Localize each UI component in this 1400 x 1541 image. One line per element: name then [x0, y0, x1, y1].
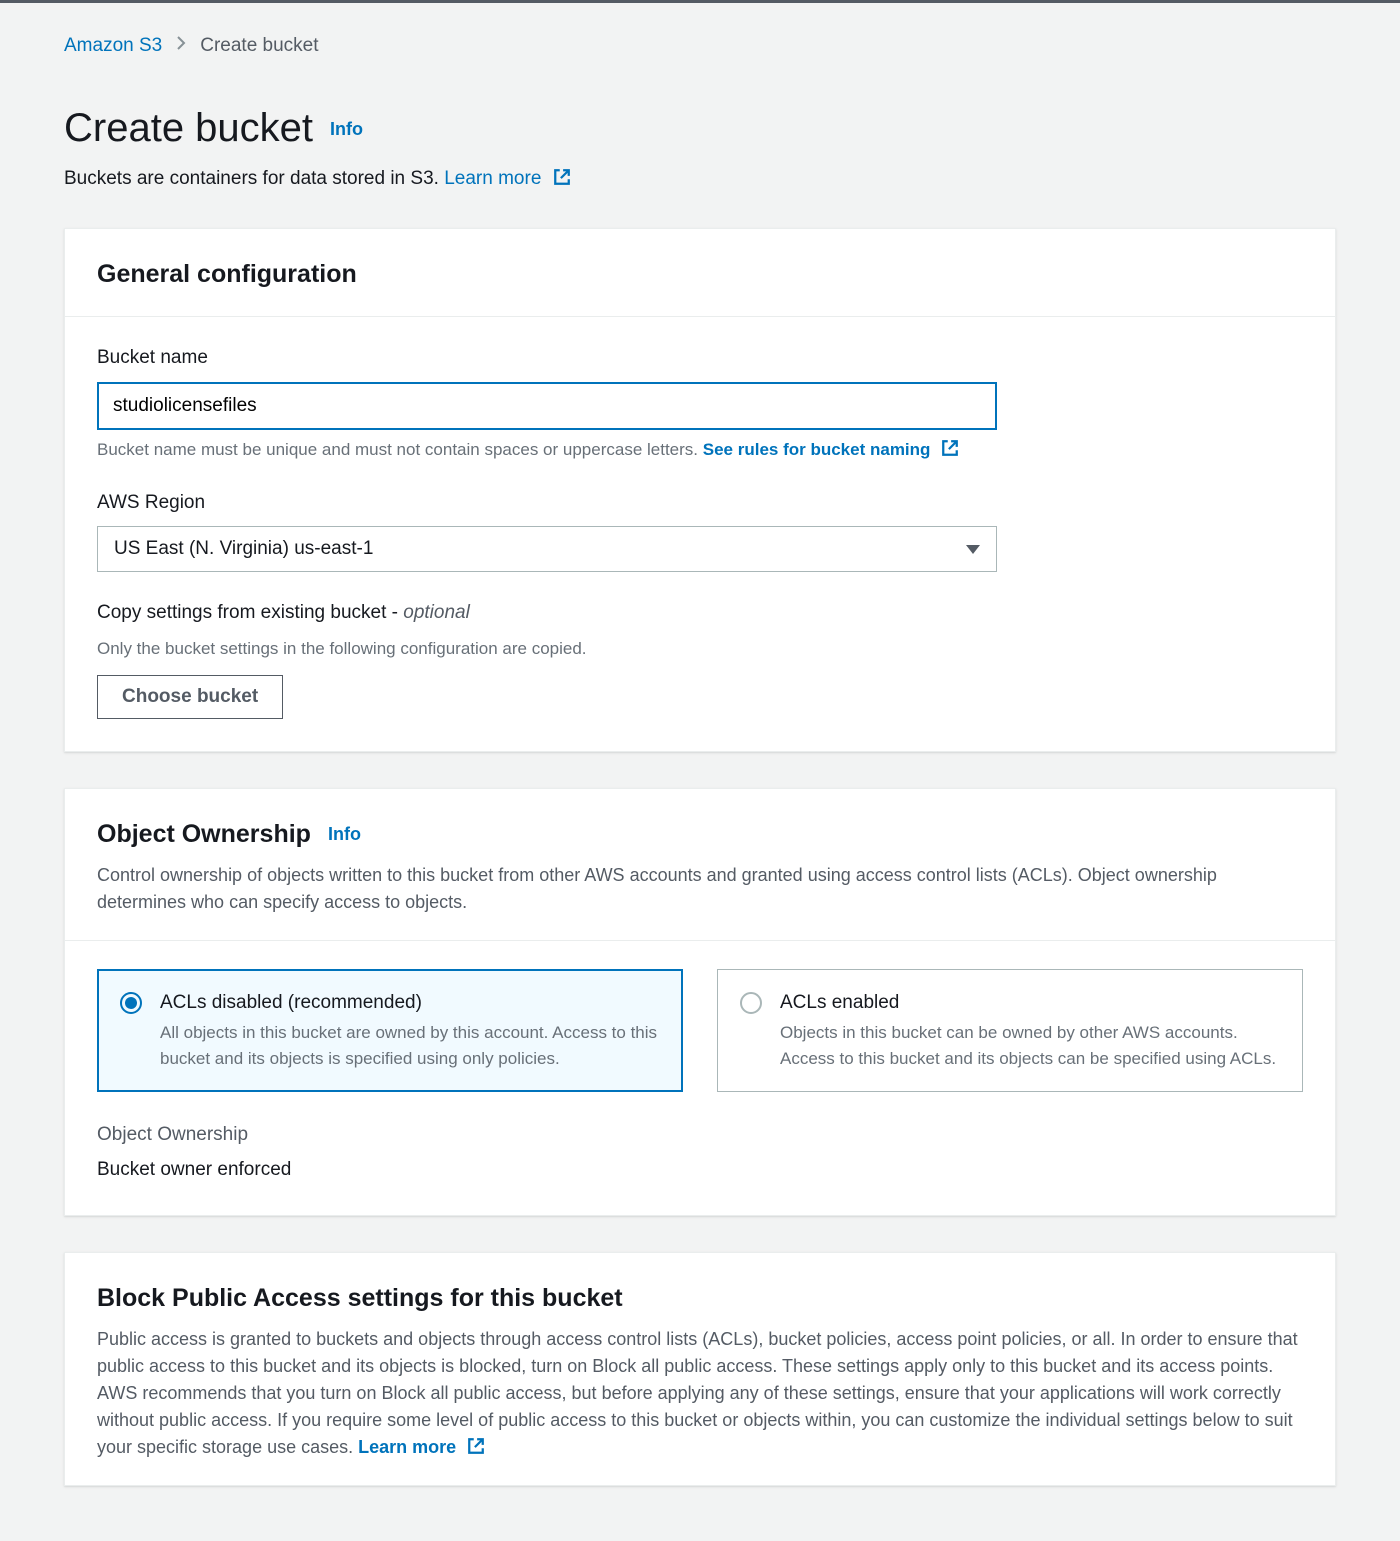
block-public-access-heading: Block Public Access settings for this bu…: [97, 1284, 623, 1312]
bucket-naming-rules-link[interactable]: See rules for bucket naming: [703, 440, 959, 459]
learn-more-label: Learn more: [444, 168, 541, 189]
choose-bucket-button[interactable]: Choose bucket: [97, 675, 283, 719]
block-public-access-desc-text: Public access is granted to buckets and …: [97, 1329, 1298, 1457]
aws-region-value: US East (N. Virginia) us-east-1: [114, 536, 373, 563]
learn-more-link[interactable]: Learn more: [358, 1437, 485, 1457]
ownership-summary-value: Bucket owner enforced: [97, 1157, 1303, 1184]
external-link-icon: [941, 439, 959, 457]
info-link[interactable]: Info: [328, 824, 361, 844]
bucket-name-input[interactable]: [97, 382, 997, 430]
object-ownership-desc: Control ownership of objects written to …: [97, 862, 1303, 916]
bucket-name-label: Bucket name: [97, 345, 1303, 372]
aws-region-select[interactable]: US East (N. Virginia) us-east-1: [97, 526, 997, 572]
external-link-icon: [467, 1436, 485, 1454]
block-public-access-panel: Block Public Access settings for this bu…: [64, 1252, 1336, 1486]
acls-enabled-title: ACLs enabled: [780, 990, 1280, 1017]
page-header: Create bucket Info Buckets are container…: [64, 100, 1336, 193]
bucket-name-field: Bucket name Bucket name must be unique a…: [97, 345, 1303, 461]
breadcrumb-root-link[interactable]: Amazon S3: [64, 33, 162, 60]
radio-icon: [120, 992, 142, 1014]
acls-enabled-option[interactable]: ACLs enabled Objects in this bucket can …: [717, 969, 1303, 1093]
object-ownership-heading: Object Ownership: [97, 820, 311, 848]
acls-enabled-desc: Objects in this bucket can be owned by o…: [780, 1020, 1280, 1071]
bucket-naming-rules-label: See rules for bucket naming: [703, 440, 931, 459]
acls-disabled-option[interactable]: ACLs disabled (recommended) All objects …: [97, 969, 683, 1093]
external-link-icon: [553, 168, 571, 186]
acls-disabled-title: ACLs disabled (recommended): [160, 990, 660, 1017]
acls-disabled-desc: All objects in this bucket are owned by …: [160, 1020, 660, 1071]
page-subtitle-text: Buckets are containers for data stored i…: [64, 168, 439, 189]
breadcrumb-current: Create bucket: [200, 33, 318, 60]
copy-settings-label-optional: optional: [403, 602, 470, 623]
page-subtitle: Buckets are containers for data stored i…: [64, 166, 1336, 193]
copy-settings-label-main: Copy settings from existing bucket -: [97, 602, 398, 623]
info-link[interactable]: Info: [330, 119, 363, 139]
copy-settings-field: Copy settings from existing bucket - opt…: [97, 600, 1303, 718]
bucket-name-hint: Bucket name must be unique and must not …: [97, 438, 1303, 462]
block-public-access-desc: Public access is granted to buckets and …: [97, 1326, 1303, 1461]
copy-settings-label: Copy settings from existing bucket - opt…: [97, 600, 1303, 627]
general-configuration-panel: General configuration Bucket name Bucket…: [64, 228, 1336, 751]
chevron-right-icon: [176, 33, 186, 60]
aws-region-label: AWS Region: [97, 490, 1303, 517]
copy-settings-hint: Only the bucket settings in the followin…: [97, 637, 1303, 661]
general-config-heading: General configuration: [97, 260, 357, 288]
caret-down-icon: [966, 545, 980, 554]
ownership-summary-label: Object Ownership: [97, 1122, 1303, 1149]
object-ownership-panel: Object Ownership Info Control ownership …: [64, 788, 1336, 1217]
bucket-name-hint-text: Bucket name must be unique and must not …: [97, 440, 698, 459]
page-title: Create bucket: [64, 106, 313, 150]
learn-more-link[interactable]: Learn more: [444, 168, 570, 189]
radio-icon: [740, 992, 762, 1014]
learn-more-label: Learn more: [358, 1437, 456, 1457]
breadcrumb: Amazon S3 Create bucket: [64, 33, 1336, 60]
acl-option-group: ACLs disabled (recommended) All objects …: [97, 969, 1303, 1093]
aws-region-field: AWS Region US East (N. Virginia) us-east…: [97, 490, 1303, 573]
